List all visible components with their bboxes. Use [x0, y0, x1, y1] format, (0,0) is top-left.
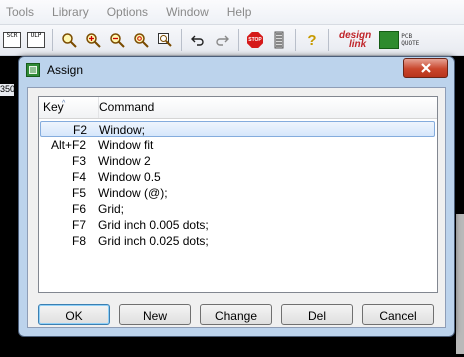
ok-button[interactable]: OK: [38, 304, 110, 325]
list-header: Key ^ Command: [39, 97, 437, 119]
zoom-fit-icon[interactable]: [59, 30, 79, 50]
menu-help[interactable]: Help: [218, 5, 261, 19]
close-icon: [420, 63, 431, 73]
redo-icon[interactable]: [212, 30, 232, 50]
dialog-client: Key ^ Command F2 Window; Alt+F2 Window f…: [27, 87, 446, 328]
toolbar-separator: [295, 29, 296, 51]
row-command: Window fit: [98, 138, 154, 152]
list-row[interactable]: F5 Window (@);: [40, 185, 435, 201]
row-command: Window 0.5: [98, 170, 161, 184]
row-command: Grid inch 0.005 dots;: [98, 218, 209, 232]
menu-bar: Tools Library Options Window Help: [0, 0, 464, 25]
row-key: F3: [71, 154, 86, 168]
list-row[interactable]: F3 Window 2: [40, 153, 435, 169]
zoom-select-icon[interactable]: [155, 30, 175, 50]
row-key: F6: [71, 202, 86, 216]
toolbar-separator: [328, 29, 329, 51]
row-key: F2: [72, 123, 87, 137]
row-command: Window;: [99, 123, 146, 137]
list-row[interactable]: F7 Grid inch 0.005 dots;: [40, 217, 435, 233]
toolbar-separator: [52, 29, 53, 51]
menu-options[interactable]: Options: [98, 5, 157, 19]
list-row[interactable]: F6 Grid;: [40, 201, 435, 217]
row-command: Window 2: [98, 154, 151, 168]
zoom-redraw-icon[interactable]: [131, 30, 151, 50]
sort-ascending-icon: ^: [62, 100, 66, 107]
close-button[interactable]: [403, 58, 448, 78]
dialog-title: Assign: [47, 63, 84, 77]
menu-library[interactable]: Library: [43, 5, 98, 19]
script-icon[interactable]: SCR: [2, 30, 22, 50]
design-link-logo[interactable]: design link: [339, 31, 371, 50]
row-command: Grid inch 0.025 dots;: [98, 234, 209, 248]
pcb-quote-logo[interactable]: PCB QUOTE: [379, 31, 419, 49]
row-key: F8: [71, 234, 86, 248]
undo-icon[interactable]: [188, 30, 208, 50]
row-key: Alt+F2: [50, 138, 86, 152]
shortcut-list[interactable]: Key ^ Command F2 Window; Alt+F2 Window f…: [38, 96, 438, 293]
menu-tools[interactable]: Tools: [0, 5, 43, 19]
coordinate-fragment: 350: [0, 84, 14, 96]
del-button[interactable]: Del: [281, 304, 353, 325]
cancel-button[interactable]: Cancel: [362, 304, 434, 325]
change-button[interactable]: Change: [200, 304, 272, 325]
row-key: F5: [71, 186, 86, 200]
new-button[interactable]: New: [119, 304, 191, 325]
zoom-out-icon[interactable]: [107, 30, 127, 50]
column-header-key[interactable]: Key ^: [39, 97, 99, 118]
zoom-in-icon[interactable]: [83, 30, 103, 50]
list-row[interactable]: Alt+F2 Window fit: [40, 137, 435, 153]
help-icon[interactable]: ?: [302, 30, 322, 50]
list-row[interactable]: F2 Window;: [40, 121, 435, 137]
dialog-titlebar[interactable]: Assign: [19, 57, 454, 83]
row-command: Grid;: [98, 202, 125, 216]
toolbar-separator: [181, 29, 182, 51]
ulp-icon[interactable]: ULP: [26, 30, 46, 50]
menu-window[interactable]: Window: [157, 5, 218, 19]
toolbar-separator: [238, 29, 239, 51]
assign-dialog: Assign Key ^ Command F2 Window; Alt+F2 W…: [18, 56, 455, 337]
stop-icon[interactable]: STOP: [245, 30, 265, 50]
row-command: Window (@);: [98, 186, 168, 200]
list-row[interactable]: F8 Grid inch 0.025 dots;: [40, 233, 435, 249]
row-key: F4: [71, 170, 86, 184]
list-row[interactable]: F4 Window 0.5: [40, 169, 435, 185]
column-header-command[interactable]: Command: [95, 97, 154, 118]
toolbar: SCR ULP STOP ? design link PCB QUOTE: [0, 25, 464, 56]
pcb-quote-icon: [379, 31, 400, 49]
go-icon[interactable]: [269, 30, 289, 50]
app-icon: [26, 63, 40, 77]
background-scrollbar[interactable]: [456, 64, 464, 357]
row-key: F7: [71, 218, 86, 232]
